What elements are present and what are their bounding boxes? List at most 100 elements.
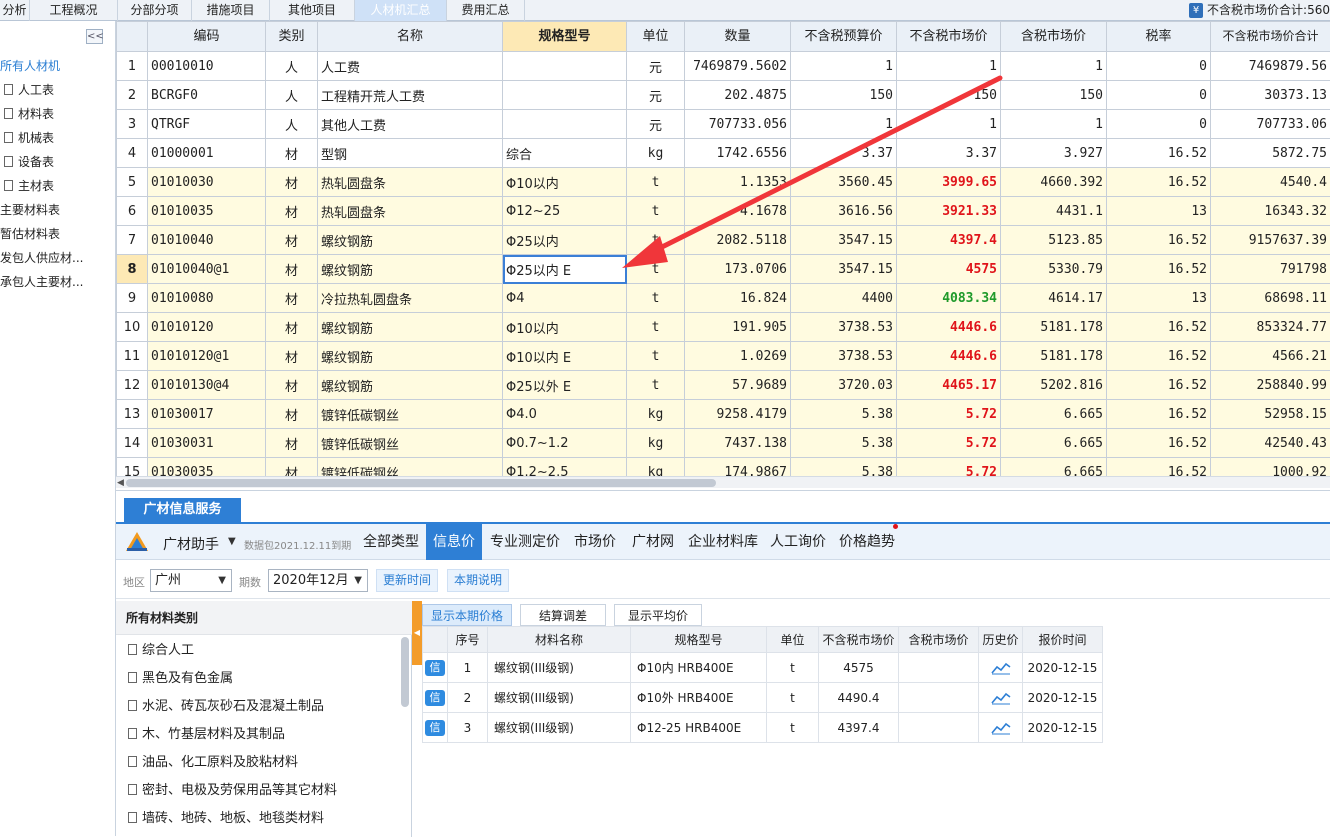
cell-code[interactable]: 01010040 [148, 226, 266, 255]
cell-type[interactable]: 材 [266, 284, 318, 313]
row-number[interactable]: 10 [117, 313, 148, 342]
cell-spec[interactable]: Φ1.2~2.5 [503, 458, 627, 477]
cell-qty[interactable]: 1.0269 [685, 342, 791, 371]
cell-spec[interactable] [503, 81, 627, 110]
price-cell-history[interactable] [979, 713, 1023, 743]
cell-name[interactable]: 螺纹钢筋 [318, 371, 503, 400]
cell-market-price[interactable]: 5.72 [897, 429, 1001, 458]
cell-spec[interactable] [503, 52, 627, 81]
cell-qty[interactable]: 191.905 [685, 313, 791, 342]
cell-market-price[interactable]: 5.72 [897, 400, 1001, 429]
cell-unit[interactable]: kg [627, 400, 685, 429]
cell-tax-rate[interactable]: 16.52 [1107, 139, 1211, 168]
cell-qty[interactable]: 707733.056 [685, 110, 791, 139]
cell-market-total[interactable]: 42540.43 [1211, 429, 1330, 458]
category-item[interactable]: 综合人工 [128, 641, 194, 661]
cell-tax-market-price[interactable]: 5123.85 [1001, 226, 1107, 255]
category-item[interactable]: 木、竹基层材料及其制品 [128, 725, 285, 745]
cell-tax-rate[interactable]: 0 [1107, 52, 1211, 81]
cell-market-total[interactable]: 5872.75 [1211, 139, 1330, 168]
row-number[interactable]: 2 [117, 81, 148, 110]
cell-name[interactable]: 螺纹钢筋 [318, 226, 503, 255]
cell-name[interactable]: 型钢 [318, 139, 503, 168]
cell-market-price[interactable]: 3999.65 [897, 168, 1001, 197]
price-cell-history[interactable] [979, 653, 1023, 683]
cell-budget-price[interactable]: 3560.45 [791, 168, 897, 197]
table-row[interactable]: 501010030材热轧圆盘条Φ10以内t1.13533560.453999.6… [117, 168, 1330, 197]
column-header-market-price[interactable]: 不含税市场价 [897, 22, 1001, 52]
cell-tax-market-price[interactable]: 1 [1001, 110, 1107, 139]
helper-label[interactable]: 广材助手 [163, 534, 219, 554]
trend-chart-icon[interactable] [991, 721, 1011, 735]
horizontal-scrollbar[interactable]: ◀ [116, 476, 1330, 488]
cell-type[interactable]: 材 [266, 197, 318, 226]
cell-qty[interactable]: 4.1678 [685, 197, 791, 226]
cell-name[interactable]: 镀锌低碳钢丝 [318, 458, 503, 477]
cell-budget-price[interactable]: 1 [791, 52, 897, 81]
cell-name[interactable]: 镀锌低碳钢丝 [318, 429, 503, 458]
tree-item[interactable]: 发包人供应材... [0, 249, 114, 267]
cell-spec[interactable]: Φ10以内 [503, 313, 627, 342]
row-number[interactable]: 3 [117, 110, 148, 139]
trend-chart-icon[interactable] [991, 661, 1011, 675]
cell-budget-price[interactable]: 3547.15 [791, 255, 897, 284]
cell-market-total[interactable]: 258840.99 [1211, 371, 1330, 400]
cell-tax-rate[interactable]: 16.52 [1107, 313, 1211, 342]
table-row[interactable]: 801010040@1材螺纹钢筋Φ25以内 Et173.07063547.154… [117, 255, 1330, 284]
price-row[interactable]: 信1螺纹钢(III级钢)Φ10内 HRB400Et45752020-12-15 [423, 653, 1103, 683]
table-row[interactable]: 1401030031材镀锌低碳钢丝Φ0.7~1.2kg7437.1385.385… [117, 429, 1330, 458]
cell-tax-rate[interactable]: 16.52 [1107, 371, 1211, 400]
table-row[interactable]: 1201010130@4材螺纹钢筋Φ25以外 Et57.96893720.034… [117, 371, 1330, 400]
cell-unit[interactable]: t [627, 342, 685, 371]
cell-tax-market-price[interactable]: 6.665 [1001, 429, 1107, 458]
cell-unit[interactable]: 元 [627, 110, 685, 139]
cell-type[interactable]: 人 [266, 81, 318, 110]
cell-tax-market-price[interactable]: 1 [1001, 52, 1107, 81]
cell-code[interactable]: 01030031 [148, 429, 266, 458]
helper-dropdown-icon[interactable]: ▼ [228, 536, 236, 547]
tree-item[interactable]: 所有人材机 [0, 57, 114, 75]
period-notes-button[interactable]: 本期说明 [447, 569, 509, 592]
cell-market-price[interactable]: 3921.33 [897, 197, 1001, 226]
tree-item[interactable]: 暂估材料表 [0, 225, 114, 243]
cell-code[interactable]: 01010040@1 [148, 255, 266, 284]
cell-code[interactable]: 01000001 [148, 139, 266, 168]
update-time-button[interactable]: 更新时间 [376, 569, 438, 592]
cell-tax-market-price[interactable]: 4614.17 [1001, 284, 1107, 313]
cell-market-price[interactable]: 4465.17 [897, 371, 1001, 400]
cell-market-price[interactable]: 4575 [897, 255, 1001, 284]
cell-name[interactable]: 螺纹钢筋 [318, 313, 503, 342]
tree-item[interactable]: 人工表 [4, 81, 114, 99]
column-header-name[interactable]: 名称 [318, 22, 503, 52]
tab-info-price[interactable]: 信息价 [426, 524, 482, 560]
cell-qty[interactable]: 9258.4179 [685, 400, 791, 429]
cell-market-price[interactable]: 1 [897, 110, 1001, 139]
table-row[interactable]: 2BCRGF0人工程精开荒人工费元202.4875150150150030373… [117, 81, 1330, 110]
cell-market-total[interactable]: 791798 [1211, 255, 1330, 284]
column-header-code[interactable]: 编码 [148, 22, 266, 52]
category-item[interactable]: 水泥、砖瓦灰砂石及混凝土制品 [128, 697, 324, 717]
cell-spec[interactable] [503, 110, 627, 139]
tab-gcw[interactable]: 广材网 [626, 524, 680, 560]
cell-tax-rate[interactable]: 16.52 [1107, 458, 1211, 477]
cell-tax-market-price[interactable]: 5181.178 [1001, 342, 1107, 371]
cell-budget-price[interactable]: 3.37 [791, 139, 897, 168]
cell-code[interactable]: 01010120 [148, 313, 266, 342]
tree-item[interactable]: 主材表 [4, 177, 114, 195]
cell-tax-rate[interactable]: 16.52 [1107, 168, 1211, 197]
row-number[interactable]: 5 [117, 168, 148, 197]
category-item[interactable]: 黑色及有色金属 [128, 669, 233, 689]
tab-professional-price[interactable]: 专业测定价 [486, 524, 564, 560]
cell-name[interactable]: 热轧圆盘条 [318, 197, 503, 226]
row-number[interactable]: 4 [117, 139, 148, 168]
category-item[interactable]: 油品、化工原料及胶粘材料 [128, 753, 298, 773]
cell-unit[interactable]: kg [627, 429, 685, 458]
row-number[interactable]: 14 [117, 429, 148, 458]
cell-name[interactable]: 热轧圆盘条 [318, 168, 503, 197]
cell-name[interactable]: 螺纹钢筋 [318, 255, 503, 284]
cell-market-price[interactable]: 150 [897, 81, 1001, 110]
tab-cost-summary[interactable]: 费用汇总 [447, 0, 525, 21]
cell-unit[interactable]: t [627, 168, 685, 197]
cell-type[interactable]: 材 [266, 400, 318, 429]
cell-market-total[interactable]: 707733.06 [1211, 110, 1330, 139]
